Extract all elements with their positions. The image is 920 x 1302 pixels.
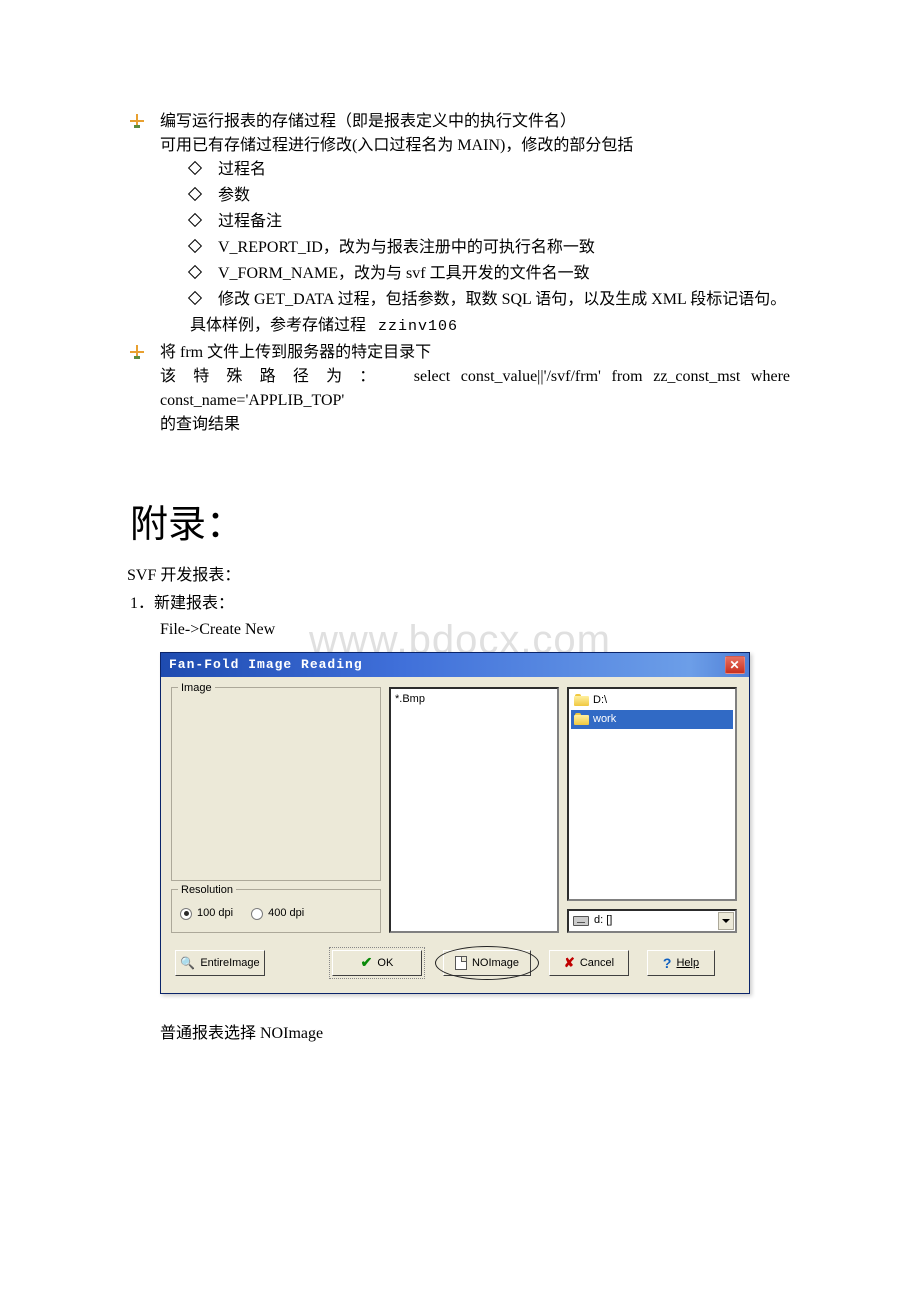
appendix-heading: 附录： (130, 497, 790, 554)
bullet-item-2: 将 frm 文件上传到服务器的特定目录下 该 特 殊 路 径 为 ： selec… (130, 341, 790, 437)
plus-icon (130, 345, 144, 359)
main-bullet-list: 编写运行报表的存储过程（即是报表定义中的执行文件名） 可用已有存储过程进行修改(… (130, 110, 790, 437)
noimage-label: NOImage (472, 957, 519, 969)
image-column: Image Resolution 100 dpi 400 dpi (171, 687, 381, 933)
sub-item: 过程备注 (190, 210, 790, 234)
noimage-highlight: NOImage (443, 950, 531, 976)
close-icon: ✕ (729, 656, 740, 674)
ok-label: OK (377, 957, 393, 969)
tree-item-drive[interactable]: D:\ (571, 691, 733, 710)
page-icon (455, 956, 467, 970)
x-icon: ✘ (564, 955, 575, 971)
magnifier-icon: 🔍 (180, 956, 195, 970)
sub-text: 修改 GET_DATA 过程，包括参数，取数 SQL 语句，以及生成 XML 段… (218, 291, 786, 308)
drive-label: d: [] (594, 912, 612, 929)
tree-drive-label: D:\ (593, 692, 607, 709)
resolution-fieldset-label: Resolution (178, 882, 236, 899)
diamond-icon (188, 239, 202, 253)
sub-item: V_REPORT_ID，改为与报表注册中的可执行名称一致 (190, 236, 790, 260)
dialog-body: Image Resolution 100 dpi 400 dpi (161, 677, 749, 993)
radio-100dpi[interactable]: 100 dpi (180, 905, 233, 922)
note-prefix: 具体样例，参考存储过程 (190, 317, 366, 334)
bullet-2-prefix: 该 特 殊 路 径 为 ： (160, 368, 382, 385)
bullet-2-line1: 将 frm 文件上传到服务器的特定目录下 (160, 341, 790, 365)
sub-list-1: 过程名 参数 过程备注 V_REPORT_ID，改为与报表注册中的可执行名称一致… (160, 158, 790, 312)
entire-image-button[interactable]: 🔍 EntireImage (175, 950, 265, 976)
folder-open-icon (574, 713, 589, 725)
drive-icon (573, 916, 589, 926)
step-1-label: 1．新建报表： (130, 592, 790, 616)
bullet-2-line2: 该 特 殊 路 径 为 ： select const_value||'/svf/… (160, 365, 790, 389)
sub-text: V_FORM_NAME，改为与 svf 工具开发的文件名一致 (218, 265, 590, 282)
tree-column: D:\ work d: [] (567, 687, 737, 933)
after-dialog-note: 普通报表选择 NOImage (130, 1022, 790, 1046)
resolution-panel: Resolution 100 dpi 400 dpi (171, 889, 381, 933)
check-icon: ✔ (361, 954, 373, 971)
tree-work-label: work (593, 711, 616, 728)
tree-item-work[interactable]: work (571, 710, 733, 729)
diamond-icon (188, 187, 202, 201)
noimage-button[interactable]: NOImage (443, 950, 531, 976)
sub-text: 过程名 (218, 161, 266, 178)
diamond-icon (188, 265, 202, 279)
dialog-top-row: Image Resolution 100 dpi 400 dpi (171, 687, 739, 933)
bullet-1-note: 具体样例，参考存储过程 zzinv106 (160, 314, 790, 339)
dropdown-arrow-icon (718, 912, 734, 930)
image-fieldset-label: Image (178, 680, 215, 697)
folder-open-icon (574, 694, 589, 706)
sub-text: 过程备注 (218, 213, 282, 230)
bullet-2-line4: 的查询结果 (160, 413, 790, 437)
bullet-2-sql: select const_value||'/svf/frm' from zz_c… (414, 368, 790, 385)
radio-100-label: 100 dpi (197, 905, 233, 922)
question-icon: ? (663, 955, 672, 971)
fanfold-dialog: Fan-Fold Image Reading ✕ Image Resolutio… (160, 652, 750, 994)
ok-button[interactable]: ✔ OK (332, 950, 422, 976)
bullet-2-line3: const_name='APPLIB_TOP' (160, 389, 790, 413)
note-code: zzinv106 (378, 318, 458, 335)
bullet-1-line2: 可用已有存储过程进行修改(入口过程名为 MAIN)，修改的部分包括 (160, 134, 790, 158)
ok-focus-outline: ✔ OK (329, 947, 425, 979)
sub-text: 参数 (218, 187, 250, 204)
svf-section-label: SVF 开发报表： (127, 564, 790, 588)
dialog-container: Fan-Fold Image Reading ✕ Image Resolutio… (130, 652, 790, 994)
file-filter-label: *.Bmp (395, 691, 553, 708)
sub-item: 参数 (190, 184, 790, 208)
cancel-button[interactable]: ✘ Cancel (549, 950, 629, 976)
radio-400-label: 400 dpi (268, 905, 304, 922)
image-preview-panel: Image (171, 687, 381, 881)
diamond-icon (188, 291, 202, 305)
plus-icon (130, 114, 144, 128)
bullet-1-line1: 编写运行报表的存储过程（即是报表定义中的执行文件名） (160, 110, 790, 134)
sub-item: V_FORM_NAME，改为与 svf 工具开发的文件名一致 (190, 262, 790, 286)
help-button[interactable]: ? Help (647, 950, 715, 976)
drive-dropdown[interactable]: d: [] (567, 909, 737, 933)
file-list-panel[interactable]: *.Bmp (389, 687, 559, 933)
sub-item: 修改 GET_DATA 过程，包括参数，取数 SQL 语句，以及生成 XML 段… (190, 288, 790, 312)
radio-icon (180, 908, 192, 920)
bullet-item-1: 编写运行报表的存储过程（即是报表定义中的执行文件名） 可用已有存储过程进行修改(… (130, 110, 790, 339)
help-label: Help (676, 957, 699, 969)
dialog-titlebar: Fan-Fold Image Reading ✕ (161, 653, 749, 677)
dialog-title: Fan-Fold Image Reading (169, 655, 363, 675)
folder-tree[interactable]: D:\ work (567, 687, 737, 901)
dialog-button-row: 🔍 EntireImage ✔ OK NOImage (171, 947, 739, 979)
diamond-icon (188, 161, 202, 175)
diamond-icon (188, 213, 202, 227)
radio-400dpi[interactable]: 400 dpi (251, 905, 304, 922)
cancel-label: Cancel (580, 957, 614, 969)
radio-icon (251, 908, 263, 920)
close-button[interactable]: ✕ (725, 656, 745, 674)
sub-text: V_REPORT_ID，改为与报表注册中的可执行名称一致 (218, 239, 595, 256)
step-1-body: File->Create New (130, 618, 790, 642)
sub-item: 过程名 (190, 158, 790, 182)
entire-image-label: EntireImage (200, 957, 259, 969)
